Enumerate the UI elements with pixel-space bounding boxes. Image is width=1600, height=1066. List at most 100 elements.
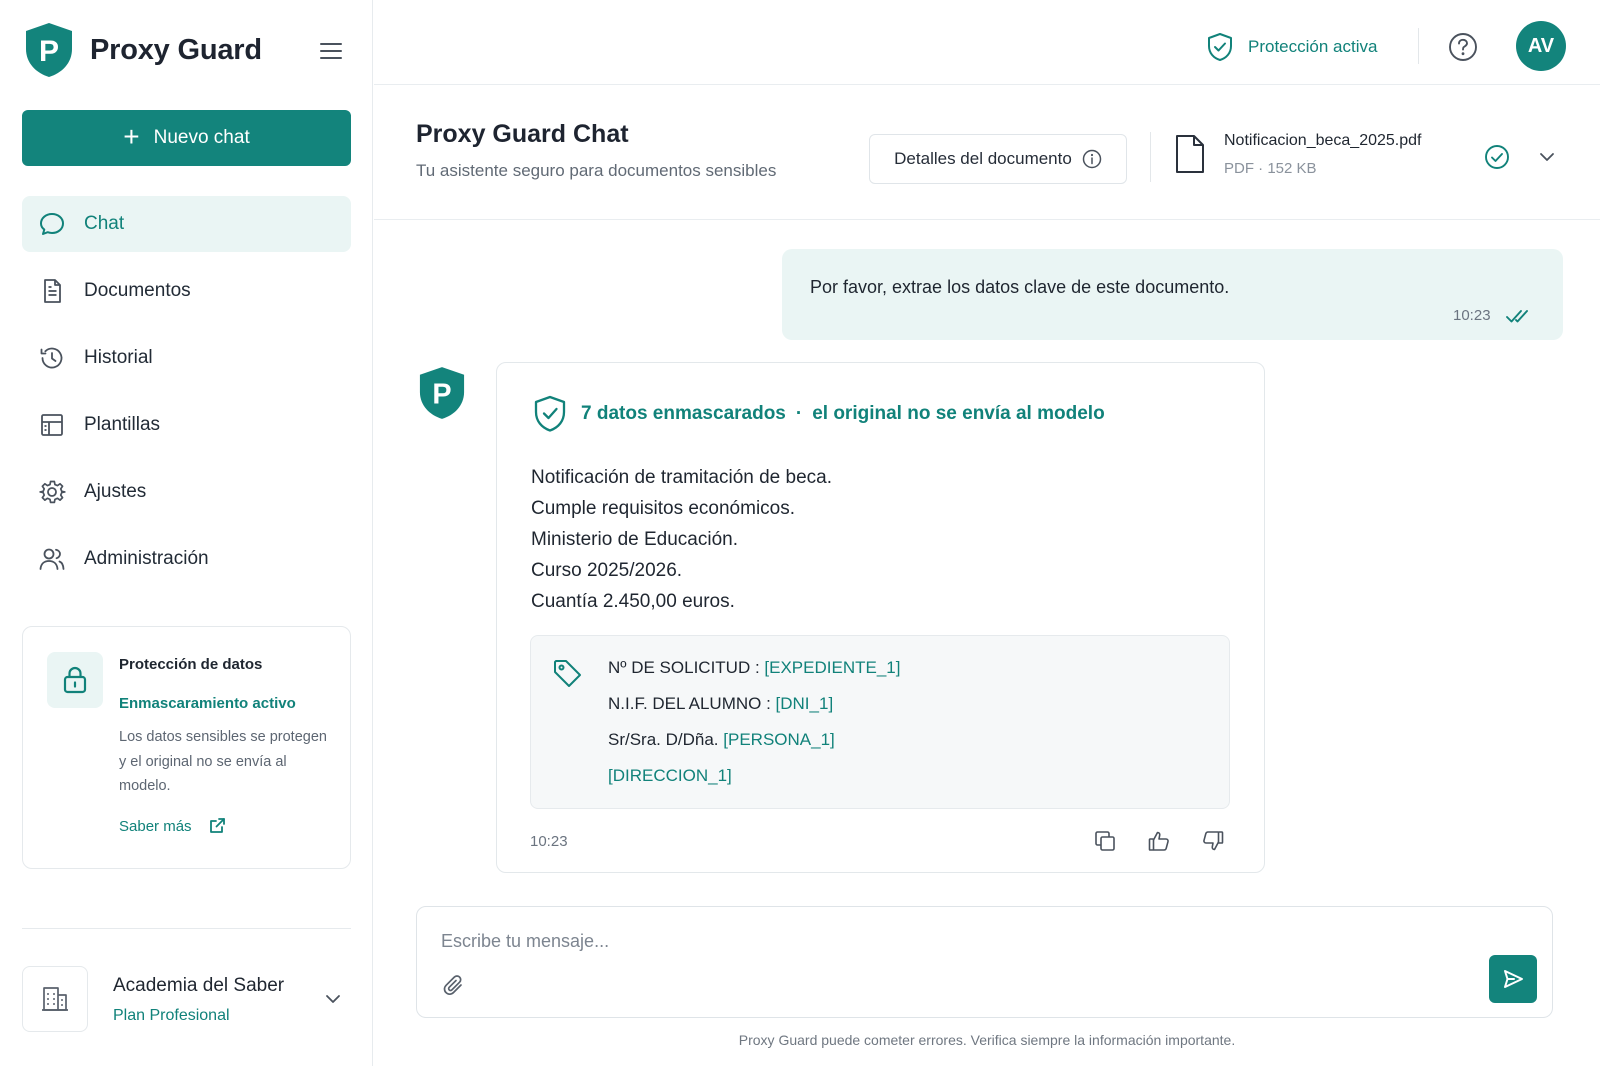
send-button[interactable] (1489, 955, 1537, 1003)
field-label: Sr/Sra. D/Dña. (608, 730, 724, 749)
building-icon (22, 966, 88, 1032)
bot-line: Cumple requisitos económicos. (531, 498, 796, 519)
menu-toggle-icon[interactable] (316, 36, 346, 66)
file-type: PDF (1224, 160, 1254, 177)
user-message-text: Por favor, extrae los datos clave de est… (810, 277, 1230, 297)
lock-icon (47, 652, 103, 708)
svg-text:P: P (39, 35, 59, 68)
mask-note: el original no se envía al modelo (812, 403, 1105, 424)
file-size: 152 KB (1267, 160, 1317, 177)
field-label: Nº DE SOLICITUD : (608, 658, 765, 677)
copy-icon[interactable] (1093, 829, 1117, 853)
topbar-separator (1418, 28, 1419, 64)
bot-message-time: 10:23 (530, 833, 568, 850)
check-circle-icon (1485, 145, 1509, 169)
data-protection-card: Protección de datos Enmascaramiento acti… (22, 626, 351, 869)
sidebar-divider (22, 928, 351, 929)
masked-field-row: [DIRECCION_1] (608, 766, 732, 786)
chevron-down-icon[interactable] (1536, 146, 1558, 168)
masked-field-row: Nº DE SOLICITUD : [EXPEDIENTE_1] (608, 658, 900, 678)
tag-icon (554, 660, 581, 687)
plus-icon: + (123, 120, 140, 152)
brand[interactable]: P Proxy Guard (24, 22, 262, 78)
sidebar-item-historial[interactable]: Historial (22, 330, 351, 386)
bot-message-text: Notificación de tramitación de beca. Cum… (531, 462, 832, 617)
info-icon (1082, 149, 1102, 169)
shield-check-icon (534, 395, 566, 432)
protection-card-description: Los datos sensibles se protegen y el ori… (119, 729, 327, 794)
protection-status-label: Protección activa (1248, 37, 1378, 56)
message-input[interactable] (441, 927, 1441, 955)
protection-status[interactable]: Protección activa (1206, 32, 1377, 62)
sidebar-item-label: Plantillas (84, 414, 161, 435)
sidebar-item-administracion[interactable]: Administración (22, 531, 351, 587)
document-details-label: Detalles del documento (894, 149, 1072, 168)
masked-field-row: Sr/Sra. D/Dña. [PERSONA_1] (608, 730, 835, 750)
page-subtitle: Tu asistente seguro para documentos sens… (416, 161, 777, 180)
sidebar-item-ajustes[interactable]: Ajustes (22, 464, 351, 520)
sidebar-item-label: Documentos (84, 280, 191, 301)
file-icon (1176, 135, 1204, 173)
sidebar-item-label: Historial (84, 347, 153, 368)
protection-card-status: Enmascaramiento activo (119, 695, 296, 712)
new-chat-button[interactable]: + Nuevo chat (22, 110, 351, 166)
file-name: Notificacion_beca_2025.pdf (1224, 132, 1422, 149)
thumbs-down-icon[interactable] (1201, 829, 1225, 853)
bot-line: Notificación de tramitación de beca. (531, 467, 832, 488)
disclaimer: Proxy Guard puede cometer errores. Verif… (738, 1032, 1236, 1048)
sidebar-item-chat[interactable]: Chat (22, 196, 351, 252)
mask-separator-dot: · (795, 403, 803, 424)
document-details-button[interactable]: Detalles del documento (869, 134, 1127, 184)
sidebar-item-documentos[interactable]: Documentos (22, 263, 351, 319)
paperclip-icon[interactable] (441, 973, 467, 999)
help-icon[interactable] (1448, 32, 1478, 62)
thumbs-up-icon[interactable] (1147, 829, 1171, 853)
proxy-guard-logo-icon: P (26, 23, 72, 77)
bot-line: Ministerio de Educación. (531, 529, 738, 550)
history-icon (40, 347, 63, 369)
meta-dot: · (1258, 160, 1268, 177)
svg-text:P: P (432, 379, 451, 411)
org-name[interactable]: Academia del Saber (113, 975, 284, 997)
field-token: [EXPEDIENTE_1] (764, 658, 901, 677)
external-link-icon (209, 818, 225, 833)
gear-icon (39, 480, 66, 504)
page-title: Proxy Guard Chat (416, 120, 629, 148)
bot-line: Cuantía 2.450,00 euros. (531, 591, 735, 612)
user-avatar[interactable]: AV (1516, 21, 1566, 71)
mask-summary: 7 datos enmascarados · el original no se… (533, 395, 1105, 433)
sidebar: P Proxy Guard + Nuevo chat Chat Document… (0, 0, 373, 1066)
sidebar-item-label: Ajustes (84, 481, 147, 502)
brand-name: Proxy Guard (90, 33, 262, 66)
learn-more-link[interactable]: Saber más (119, 817, 226, 835)
user-message-time: 10:23 (1453, 307, 1491, 324)
template-icon (41, 414, 63, 436)
document-icon (44, 279, 61, 303)
bot-message: 7 datos enmascarados · el original no se… (496, 362, 1265, 873)
user-message: Por favor, extrae los datos clave de est… (782, 249, 1563, 340)
sidebar-nav: Chat Documentos Historial Plantillas Aju… (22, 196, 351, 598)
masked-fields: Nº DE SOLICITUD : [EXPEDIENTE_1] N.I.F. … (530, 635, 1230, 809)
bot-avatar-icon: P (419, 367, 465, 419)
learn-more-label: Saber más (119, 817, 192, 835)
org-plan: Plan Profesional (113, 1007, 230, 1024)
field-token: [PERSONA_1] (723, 730, 835, 749)
mask-count: 7 datos enmascarados (581, 403, 786, 424)
field-token: [DIRECCION_1] (608, 766, 732, 785)
field-token: [DNI_1] (775, 694, 834, 713)
header-separator (1150, 132, 1151, 182)
masked-field-row: N.I.F. DEL ALUMNO : [DNI_1] (608, 694, 833, 714)
chevron-down-icon[interactable] (322, 988, 344, 1010)
sidebar-item-label: Administración (84, 548, 209, 569)
chat-header: Proxy Guard Chat Tu asistente seguro par… (374, 86, 1600, 220)
chat-bubble-icon (40, 213, 64, 235)
file-meta: PDF · 152 KB (1224, 160, 1317, 177)
sidebar-item-label: Chat (84, 213, 125, 234)
top-bar: Protección activa AV (374, 0, 1600, 85)
new-chat-label: Nuevo chat (153, 127, 250, 148)
send-icon (1504, 970, 1523, 988)
sidebar-item-plantillas[interactable]: Plantillas (22, 397, 351, 453)
message-composer (416, 906, 1553, 1018)
bot-line: Curso 2025/2026. (531, 560, 683, 581)
shield-check-icon (1208, 33, 1232, 61)
